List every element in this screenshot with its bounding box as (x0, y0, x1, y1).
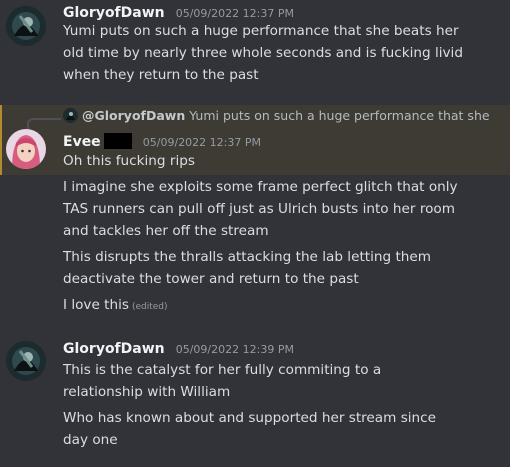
message-line: I love this (edited) (63, 294, 503, 318)
edited-label: (edited) (131, 302, 168, 312)
message-text: I love this (63, 297, 129, 313)
avatar-gloryofdawn[interactable] (6, 6, 46, 46)
avatar-gloryofdawn[interactable] (6, 341, 46, 381)
message-line: Yumi puts on such a huge performance tha… (63, 23, 459, 39)
message-line: This disrupts the thralls attacking the … (63, 249, 431, 265)
mention-highlight-bar (0, 105, 2, 175)
reply-avatar (63, 108, 78, 123)
message-line: This is the catalyst for her fully commi… (63, 362, 382, 378)
reply-snippet: Yumi puts on such a huge performance tha… (189, 108, 490, 123)
reply-connector (27, 118, 61, 130)
username[interactable]: GloryofDawn (63, 5, 165, 21)
message-line: Who has known about and supported her st… (63, 410, 437, 426)
message-line: and tackles her off the stream (63, 223, 269, 239)
reply-username[interactable]: @GloryofDawn (82, 108, 185, 123)
message-line: I imagine she exploits some frame perfec… (63, 179, 458, 195)
message-line: Oh this fucking rips (63, 153, 195, 169)
message-line: deactivate the tower and return to the p… (63, 271, 359, 287)
message-line: relationship with William (63, 384, 231, 400)
message-line: old time by nearly three whole seconds a… (63, 45, 463, 61)
avatar-evee[interactable] (6, 129, 46, 169)
message-line: day one (63, 432, 118, 448)
message-line: TAS runners can pull off just as Ulrich … (63, 201, 455, 217)
redaction-box (103, 133, 132, 149)
timestamp: 05/09/2022 12:39 PM (175, 343, 294, 356)
timestamp: 05/09/2022 12:37 PM (175, 7, 294, 20)
message-line: when they return to the past (63, 67, 259, 83)
reply-preview[interactable]: @GloryofDawn Yumi puts on such a huge per… (63, 108, 490, 124)
username[interactable]: Evee (63, 134, 101, 150)
username[interactable]: GloryofDawn (63, 341, 165, 357)
timestamp: 05/09/2022 12:37 PM (142, 136, 261, 149)
